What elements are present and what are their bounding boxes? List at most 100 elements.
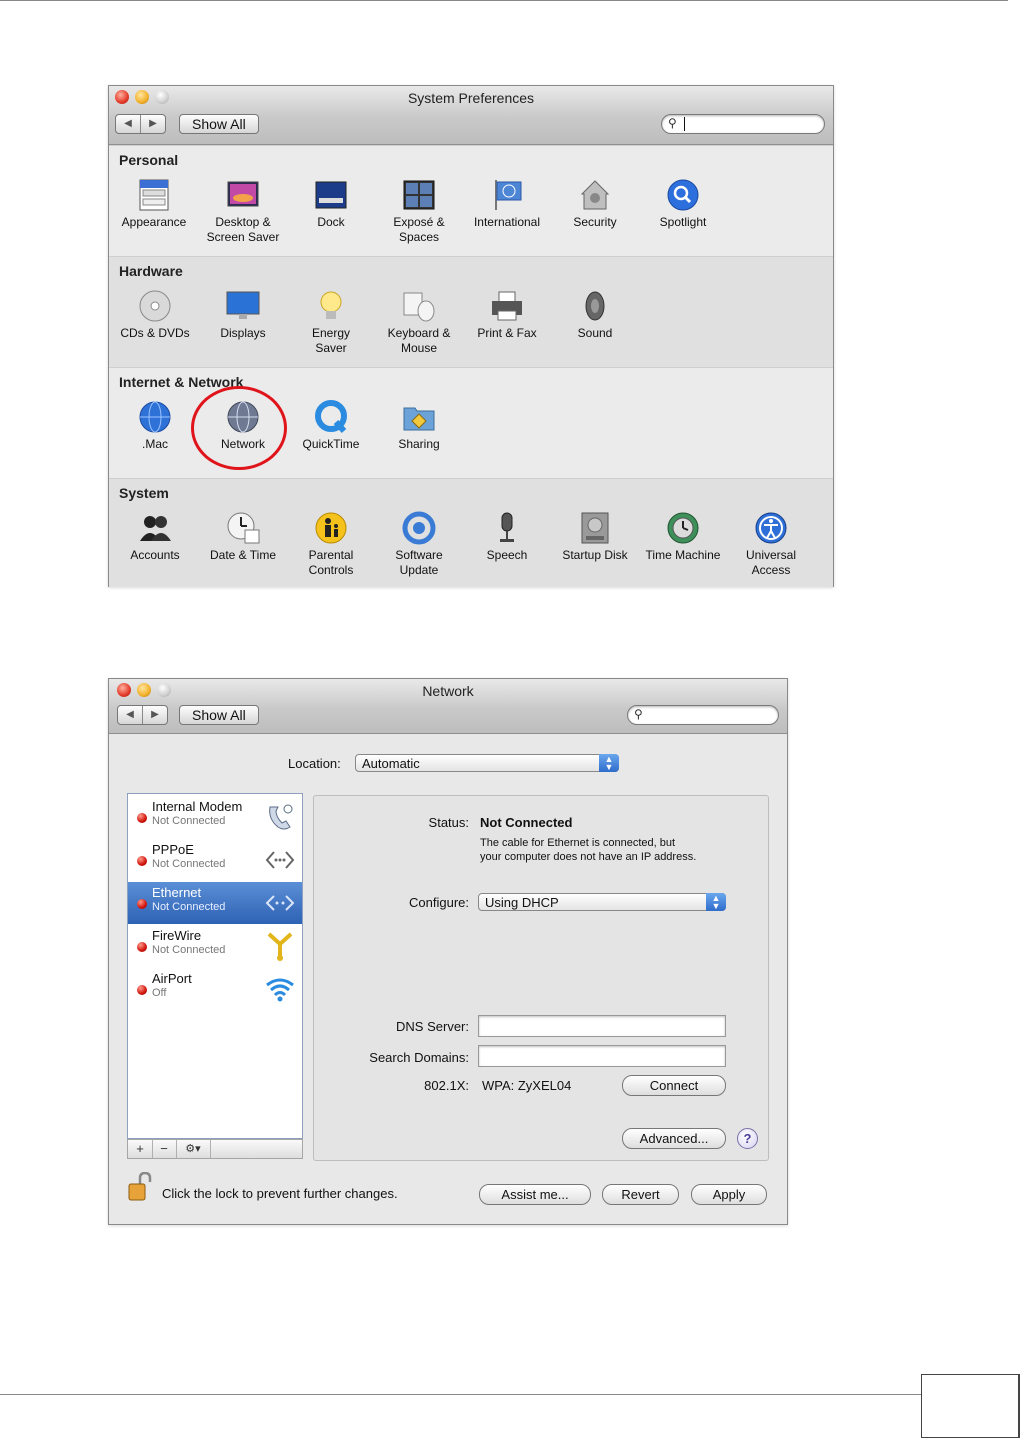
pane-label: International [473,215,541,229]
search-domains-label: Search Domains: [369,1050,469,1065]
section-system: System Accounts Date & Time Parental Con… [109,478,833,587]
pane-sharing[interactable]: Sharing [375,400,463,452]
pane-label: Displays [220,326,266,340]
revert-button[interactable]: Revert [602,1184,679,1205]
pane-time-machine[interactable]: Time Machine [639,511,727,563]
status-dot-icon [137,813,147,823]
pane-label: CDs & DVDs [120,326,190,340]
forward-arrow-icon: ▶ [151,709,159,720]
service-status: Not Connected [152,901,226,913]
titlebar: System Preferences ◀ ▶ Show All ⚲ [109,86,833,145]
pane-label: Desktop & Screen Saver [206,215,280,244]
page-bottom-rule [0,1394,921,1395]
energy-icon [314,289,348,323]
pane-quicktime[interactable]: QuickTime [287,400,375,452]
remove-service-button[interactable]: − [152,1140,177,1158]
back-button[interactable]: ◀ [118,706,142,724]
pane-universal-access[interactable]: Universal Access [727,511,815,578]
pane-international[interactable]: International [463,178,551,230]
pane-keyboard-mouse[interactable]: Keyboard & Mouse [375,289,463,356]
back-button[interactable]: ◀ [116,115,140,133]
updown-arrows-icon: ▲ ▼ [706,893,726,911]
show-all-button[interactable]: Show All [179,705,259,725]
pane-appearance[interactable]: Appearance [110,178,198,230]
pane-print-fax[interactable]: Print & Fax [463,289,551,341]
dot1x-value: WPA: ZyXEL04 [482,1078,572,1093]
pane-expose[interactable]: Exposé & Spaces [375,178,463,245]
spotlight-icon [666,178,700,212]
location-label: Location: [288,756,341,771]
service-airport[interactable]: AirPort Off [128,968,302,1010]
section-title: Personal [119,152,179,168]
pane-parental-controls[interactable]: Parental Controls [287,511,375,578]
security-icon [578,178,612,212]
show-all-button[interactable]: Show All [179,114,259,134]
service-list-toolbar: + − ⚙▾ [127,1139,303,1159]
section-personal: Personal Appearance Desktop & Screen Sav… [109,145,833,256]
pane-dotmac[interactable]: .Mac [111,400,199,452]
service-name: Ethernet [152,885,202,900]
pane-software-update[interactable]: Software Update [375,511,463,578]
add-service-button[interactable]: + [128,1140,153,1158]
page-top-rule [0,0,1008,1]
pane-speech[interactable]: Speech [463,511,551,563]
lock-icon[interactable] [127,1172,153,1202]
pane-label: Exposé & Spaces [393,215,445,244]
nav-buttons: ◀ ▶ [115,114,166,134]
assist-me-button[interactable]: Assist me... [479,1184,591,1205]
service-pppoe[interactable]: PPPoE Not Connected [128,839,302,881]
service-ethernet[interactable]: Ethernet Not Connected [128,882,302,924]
pane-energy-saver[interactable]: Energy Saver [287,289,375,356]
pane-label: Accounts [130,548,180,562]
search-domains-field[interactable] [478,1045,726,1067]
location-value: Automatic [362,756,420,771]
search-input[interactable]: ⚲ [627,705,779,725]
window-title: System Preferences [407,90,535,106]
service-firewire[interactable]: FireWire Not Connected [128,925,302,967]
status-dot-icon [137,985,147,995]
pane-label: Software Update [395,548,443,577]
pane-desktop[interactable]: Desktop & Screen Saver [199,178,287,245]
location-select[interactable]: Automatic ▲ ▼ [355,754,619,772]
pane-label: Energy Saver [311,326,351,355]
help-button[interactable]: ? [737,1128,758,1149]
parental-icon [314,511,348,545]
forward-button[interactable]: ▶ [142,706,167,724]
pane-accounts[interactable]: Accounts [111,511,199,563]
pane-startup-disk[interactable]: Startup Disk [551,511,639,563]
status-value: Not Connected [480,815,573,830]
forward-button[interactable]: ▶ [140,115,165,133]
pane-spotlight[interactable]: Spotlight [639,178,727,230]
pane-security[interactable]: Security [551,178,639,230]
pane-sound[interactable]: Sound [551,289,639,341]
pane-label: Spotlight [659,215,707,229]
pane-date-time[interactable]: Date & Time [199,511,287,563]
system-preferences-window: System Preferences ◀ ▶ Show All ⚲ Person… [108,85,834,587]
network-window: Network ◀ ▶ Show All ⚲ Location: Automat… [108,678,788,1225]
appearance-icon [137,178,171,212]
pane-cds-dvds[interactable]: CDs & DVDs [111,289,199,341]
updown-arrows-icon: ▲ ▼ [599,754,619,772]
pane-displays[interactable]: Displays [199,289,287,341]
dns-server-field[interactable] [478,1015,726,1037]
accessibility-icon [754,511,788,545]
pane-label: Date & Time [209,548,277,562]
pane-label: Print & Fax [477,326,537,340]
pane-dock[interactable]: Dock [287,178,375,230]
search-input[interactable]: ⚲ [661,114,825,134]
gear-menu-button[interactable]: ⚙▾ [176,1140,211,1158]
service-internal-modem[interactable]: Internal Modem Not Connected [128,796,302,838]
connect-button[interactable]: Connect [622,1075,726,1096]
ethernet-icon [265,895,295,911]
text-caret [684,117,685,131]
service-status: Not Connected [152,815,226,827]
dot1x-label: 802.1X: [424,1078,469,1093]
advanced-button[interactable]: Advanced... [622,1128,726,1149]
cd-icon [138,289,172,323]
pppoe-icon [265,851,295,869]
service-name: FireWire [152,928,202,943]
configure-select[interactable]: Using DHCP ▲ ▼ [478,893,726,911]
status-dot-icon [137,942,147,952]
apply-button[interactable]: Apply [691,1184,767,1205]
dock-icon [314,178,348,212]
